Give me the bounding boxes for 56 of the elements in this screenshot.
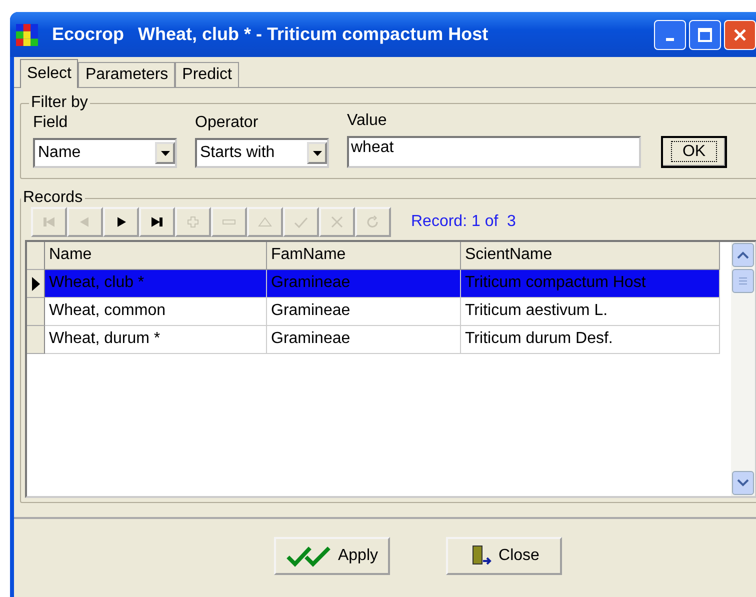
- maximize-icon: [697, 26, 713, 42]
- dropdown-arrow-icon: [160, 150, 170, 156]
- field-label: Field: [33, 114, 69, 132]
- cancel-icon: [329, 215, 345, 229]
- close-button[interactable]: [724, 20, 756, 50]
- column-header[interactable]: ScientName: [461, 242, 720, 270]
- scrollbar[interactable]: [731, 242, 755, 496]
- grip-icon: [738, 277, 748, 285]
- apply-button[interactable]: Apply: [274, 537, 390, 575]
- record-counter: Record: 1 of 3: [411, 213, 516, 231]
- close-button[interactable]: Close: [446, 537, 562, 575]
- last-icon: [149, 215, 165, 229]
- minimize-icon: [666, 38, 674, 41]
- field-dropdown[interactable]: Name: [33, 138, 177, 168]
- column-header[interactable]: FamName: [267, 242, 461, 270]
- ok-button[interactable]: OK: [661, 136, 727, 168]
- app-name: Ecocrop: [52, 24, 124, 45]
- close-icon: [732, 26, 748, 42]
- last-button[interactable]: [139, 207, 175, 237]
- column-header[interactable]: Name: [45, 242, 267, 270]
- value-field[interactable]: wheat: [347, 136, 641, 168]
- table-cell: Triticum compactum Host: [461, 270, 720, 298]
- table-cell: Triticum durum Desf.: [461, 326, 720, 354]
- minimize-button[interactable]: [654, 20, 686, 50]
- group-legend: Filter by: [29, 94, 90, 112]
- window-title: Wheat, club * - Triticum compactum Host: [138, 24, 488, 45]
- row-indicator: [27, 242, 45, 270]
- dropdown-arrow-icon: [312, 150, 322, 156]
- edit-icon: [257, 215, 273, 229]
- table-cell: Wheat, club *: [45, 270, 267, 298]
- operator-label: Operator: [195, 114, 260, 132]
- double-check-icon: [286, 545, 332, 567]
- table-cell: Gramineae: [267, 270, 461, 298]
- app-icon: [16, 24, 38, 46]
- table-row[interactable]: Wheat, common Gramineae Triticum aestivum L.: [27, 298, 731, 326]
- table-row[interactable]: Wheat, durum * Gramineae Triticum durum Desf.: [27, 326, 731, 354]
- first-icon: [41, 215, 57, 229]
- post-icon: [293, 215, 309, 229]
- insert-icon: [185, 215, 201, 229]
- scroll-down-icon: [737, 479, 749, 487]
- table-cell: Wheat, durum *: [45, 326, 267, 354]
- maximize-button[interactable]: [689, 20, 721, 50]
- table-cell: Wheat, common: [45, 298, 267, 326]
- row-pointer-icon: [32, 276, 40, 290]
- table-cell: Gramineae: [267, 298, 461, 326]
- table-cell: Gramineae: [267, 326, 461, 354]
- table-cell: Triticum aestivum L.: [461, 298, 720, 326]
- scroll-up-icon: [737, 251, 749, 259]
- row-indicator[interactable]: [27, 270, 45, 298]
- next-button[interactable]: [103, 207, 139, 237]
- tab[interactable]: Parameters: [78, 62, 176, 87]
- group-legend: Records: [21, 189, 85, 207]
- operator-dropdown[interactable]: Starts with: [195, 138, 329, 168]
- tab[interactable]: Predict: [175, 62, 239, 87]
- value-label: Value: [347, 112, 388, 130]
- tab[interactable]: Select: [20, 59, 78, 88]
